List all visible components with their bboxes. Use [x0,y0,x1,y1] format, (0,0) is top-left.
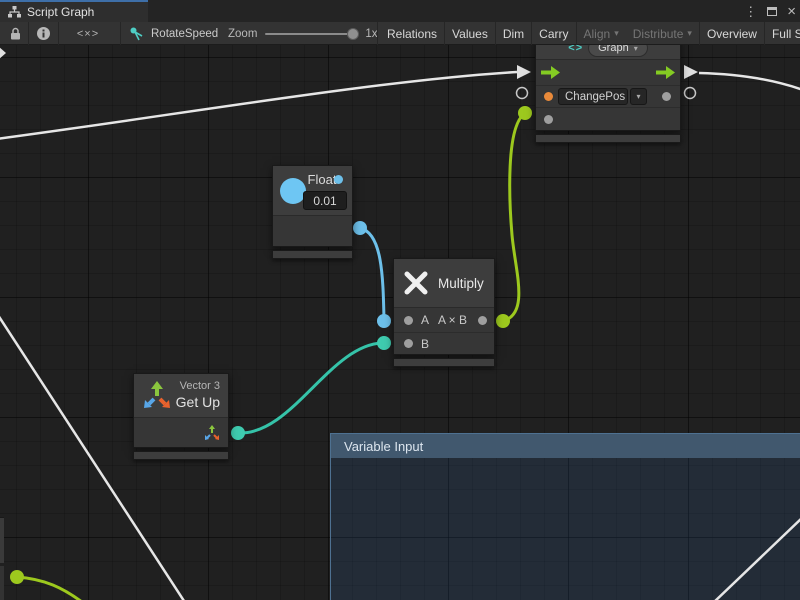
offscreen-node-sliver [0,566,4,600]
unconnected-port-ring[interactable] [685,88,696,99]
float-value-field[interactable]: 0.01 [303,191,347,210]
node-footer[interactable] [272,250,353,259]
code-icon: <×> [77,28,99,40]
align-dropdown[interactable]: Align ▾ [577,22,626,45]
node-footer[interactable] [393,358,495,367]
kebab-menu-icon[interactable]: ⋮ [744,5,757,18]
wire-lime-bottom-left[interactable] [17,577,82,600]
wire-white-in[interactable] [0,72,517,139]
unconnected-port-ring[interactable] [517,88,528,99]
graph-toolbar: <×> RotateSpeed Zoom 1x Relations Values… [0,22,800,45]
output-port[interactable] [478,316,487,325]
changepos-dropdown-button[interactable]: ▾ [630,88,647,105]
offscreen-node-sliver [0,517,4,563]
node-multiply[interactable]: Multiply A A × B B [393,258,495,367]
lime-wire-endpoint[interactable] [10,570,24,584]
teal-wire-endpoint[interactable] [377,336,391,350]
chevron-down-icon: ▾ [687,28,692,39]
dim-button[interactable]: Dim [496,22,532,45]
value-row: ChangePos ▾ [536,85,680,107]
wire-white-diagonal-bottom-right[interactable] [712,517,800,600]
wire-white-out[interactable] [699,73,800,90]
port-row-a: A A × B [394,308,494,332]
extra-row [536,107,680,130]
lime-wire-endpoint[interactable] [518,106,532,120]
zoom-label: Zoom [228,28,257,40]
tab-script-graph[interactable]: Script Graph [0,0,148,22]
carry-button[interactable]: Carry [532,22,576,45]
node-vector3-getup[interactable]: Vector 3 Get Up [133,373,229,460]
teal-wire-endpoint[interactable] [231,426,245,440]
node-footer[interactable] [133,451,229,460]
port-label-b: B [421,337,429,351]
multiply-icon [400,267,432,299]
script-graph-icon [8,6,21,18]
tab-title: Script Graph [27,5,94,19]
node-footer[interactable] [535,134,681,143]
chevron-down-icon: ▾ [636,92,640,101]
zoom-control: Zoom 1x [228,22,378,45]
values-button[interactable]: Values [445,22,496,45]
lime-wire-endpoint[interactable] [496,314,510,328]
vector3-output-port[interactable] [204,425,220,441]
maximize-icon[interactable] [767,7,777,16]
flow-output-port[interactable] [656,66,675,79]
vector3-icon [142,381,172,411]
close-icon[interactable]: × [787,4,796,19]
graph-name: RotateSpeed [151,28,218,40]
node-float-literal[interactable]: Float 0.01 [272,165,353,259]
zoom-slider-knob[interactable] [347,28,359,40]
gray-output-port[interactable] [662,92,671,101]
blue-wire-endpoint[interactable] [377,314,391,328]
flow-input-port[interactable] [541,66,560,79]
align-label: Align [584,27,611,41]
zoom-slider[interactable] [265,33,357,35]
port-label-out: A × B [438,313,467,327]
gray-input-port[interactable] [544,115,553,124]
overview-button[interactable]: Overview [700,22,765,45]
distribute-dropdown[interactable]: Distribute ▾ [626,22,700,45]
flow-arrowhead-edge [0,46,6,60]
vector3-type-label: Vector 3 [180,380,220,392]
wire-vector-to-multiply[interactable] [238,343,383,433]
orange-input-port[interactable] [544,92,553,101]
window-tab-bar: Script Graph ⋮ × [0,0,800,22]
port-label-a: A [421,313,429,327]
distribute-label: Distribute [633,27,684,41]
script-graph-window: Variable Input [0,0,800,600]
input-port-a[interactable] [404,316,413,325]
multiply-title: Multiply [438,276,484,291]
float-output-port[interactable] [334,175,343,184]
getup-title: Get Up [176,394,220,410]
changepos-dropdown[interactable]: ChangePos [558,88,628,105]
chevron-down-icon: ▾ [614,28,619,39]
blue-wire-endpoint[interactable] [353,221,367,235]
graph-reference-icon [130,27,145,41]
node-event-graph[interactable]: <> Graph ▾ Change [535,36,681,143]
window-controls: ⋮ × [744,0,796,22]
zoom-value: 1x [365,28,377,40]
flow-arrowhead-in[interactable] [517,65,531,79]
graph-breadcrumb[interactable]: RotateSpeed [130,22,218,45]
flow-row [536,60,680,85]
port-row-b: B [394,332,494,354]
lock-icon [10,27,21,40]
flow-arrowhead-out[interactable] [684,65,698,79]
relations-button[interactable]: Relations [380,22,445,45]
info-icon [37,27,50,40]
code-view-button[interactable]: <×> [66,22,110,45]
fullscreen-button[interactable]: Full Screen [765,22,800,45]
toolbar-buttons: Relations Values Dim Carry Align ▾ Distr… [380,22,800,45]
input-port-b[interactable] [404,339,413,348]
changepos-value: ChangePos [565,91,625,103]
lock-button[interactable] [4,22,26,45]
wire-multiply-to-event[interactable] [503,114,524,321]
wire-float-to-multiply[interactable] [360,228,384,319]
info-button[interactable] [30,22,56,45]
